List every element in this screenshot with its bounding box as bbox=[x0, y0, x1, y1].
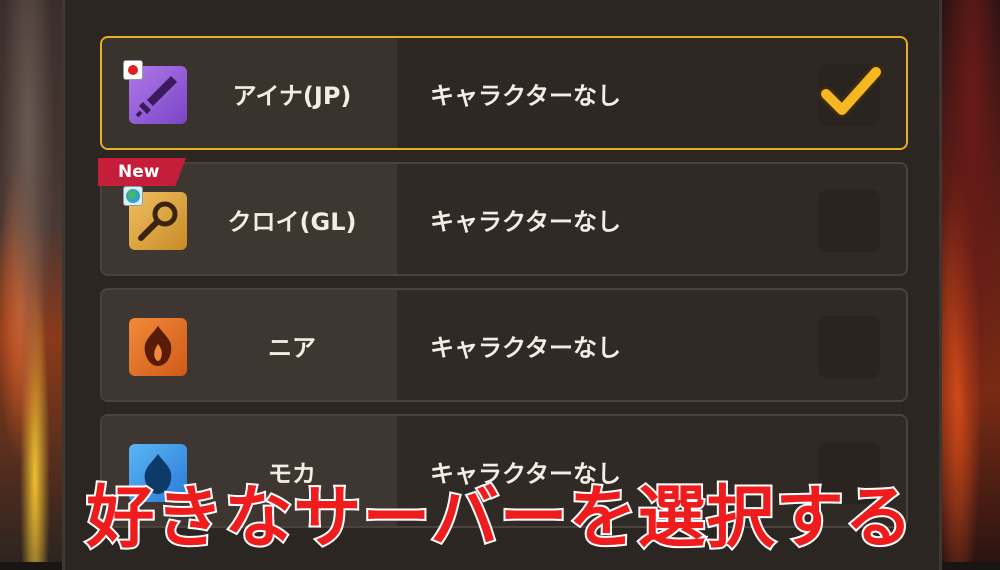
server-row-kuroi[interactable]: クロイ(GL) キャラクターなし bbox=[100, 162, 908, 276]
new-badge: New bbox=[98, 158, 186, 186]
character-status: キャラクターなし bbox=[430, 81, 622, 110]
fire-icon bbox=[129, 318, 187, 376]
select-checkbox[interactable] bbox=[818, 190, 880, 252]
select-checkbox[interactable] bbox=[818, 316, 880, 378]
globe-flag-icon bbox=[123, 186, 143, 206]
instruction-caption: 好きなサーバーを選択する bbox=[84, 477, 914, 560]
character-status: キャラクターなし bbox=[430, 333, 622, 362]
server-row-nia[interactable]: ニア キャラクターなし bbox=[100, 288, 908, 402]
server-name: クロイ(GL) bbox=[227, 207, 357, 236]
server-row-aina[interactable]: アイナ(JP) キャラクターなし bbox=[100, 36, 908, 150]
server-name: アイナ(JP) bbox=[232, 81, 352, 110]
server-name: ニア bbox=[268, 333, 316, 362]
select-checkbox[interactable] bbox=[818, 64, 884, 126]
sword-icon bbox=[123, 60, 187, 124]
staff-icon bbox=[123, 186, 187, 250]
jp-flag-icon bbox=[123, 60, 143, 80]
character-status: キャラクターなし bbox=[430, 207, 622, 236]
checkmark-icon bbox=[818, 64, 884, 118]
